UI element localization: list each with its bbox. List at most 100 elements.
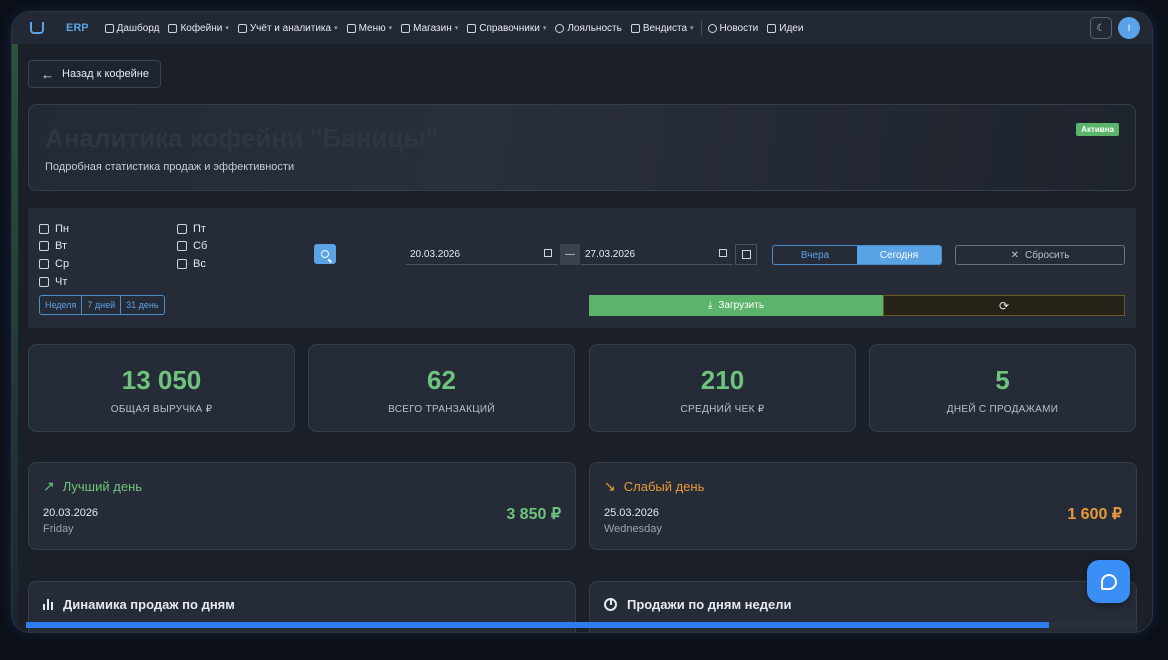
date-from-value: 20.03.2026 xyxy=(410,248,461,260)
chevron-down-icon: ▾ xyxy=(388,25,393,32)
avatar[interactable]: I xyxy=(1118,17,1140,39)
nav-icon xyxy=(237,23,247,33)
trending-down-icon: ↘ xyxy=(604,478,616,494)
logo[interactable]: ERP xyxy=(30,22,89,34)
moon-icon: ☾ xyxy=(1096,22,1106,34)
nav-item[interactable]: Магазин ▾ xyxy=(401,23,458,34)
checkbox[interactable] xyxy=(177,224,187,234)
pie-chart-icon xyxy=(604,598,617,611)
day-checkbox-sat[interactable]: Сб xyxy=(177,240,207,252)
weekday-checkboxes: Пн Вт Ср Чт Пт Сб Вс xyxy=(39,219,239,289)
load-button[interactable]: ⤓ Загрузить xyxy=(589,295,883,316)
period-31days-button[interactable]: 31 день xyxy=(121,296,163,314)
period-week-button[interactable]: Неделя xyxy=(40,296,83,314)
worst-day-weekday: Wednesday xyxy=(604,523,662,535)
refresh-button[interactable]: ⟳ xyxy=(883,295,1125,316)
day-checkbox-fri[interactable]: Пт xyxy=(177,223,206,235)
checkbox[interactable] xyxy=(39,241,49,251)
best-day-date: 20.03.2026 xyxy=(43,507,99,519)
nav-item-label: Лояльность xyxy=(567,22,622,34)
period-7days-button[interactable]: 7 дней xyxy=(82,296,122,314)
day-checkbox-thu[interactable]: Чт xyxy=(39,276,67,288)
date-from-input[interactable]: 20.03.2026 xyxy=(406,244,558,265)
worst-day-title: Слабый день xyxy=(623,479,705,494)
refresh-icon: ⟳ xyxy=(998,298,1010,313)
day-label: Сб xyxy=(193,240,208,252)
day-label: Вт xyxy=(55,240,68,252)
calendar-icon[interactable] xyxy=(719,249,727,257)
theme-toggle-button[interactable]: ☾ xyxy=(1090,17,1112,39)
best-day-card: ↗ Лучший день 20.03.2026 Friday 3 850 ₽ xyxy=(28,462,576,550)
nav-item[interactable]: Дашборд xyxy=(104,22,160,34)
nav-item[interactable]: Кофейни ▾ xyxy=(168,22,229,34)
checkbox[interactable] xyxy=(39,259,49,269)
chevron-down-icon: ▾ xyxy=(225,25,229,32)
nav-item-label: Магазин xyxy=(413,22,452,34)
nav-item-label: Идеи xyxy=(779,22,804,34)
period-buttons: Неделя 7 дней 31 день xyxy=(39,295,165,315)
stat-card-average-check: 210 СРЕДНИЙ ЧЕК ₽ xyxy=(589,344,856,432)
nav-icon xyxy=(767,23,777,33)
page-title: Аналитика кофейни "Баницы" xyxy=(45,123,438,153)
arrow-left-icon: ← xyxy=(41,66,54,82)
top-navbar: ERP Дашборд Кофейни ▾ Учёт и аналитика ▾ Меню… xyxy=(12,12,1152,44)
nav-item-label: Дашборд xyxy=(116,22,160,34)
nav-item[interactable]: Учёт и аналитика ▾ xyxy=(237,22,338,34)
nav-item[interactable]: Идеи xyxy=(767,23,803,34)
day-checkbox-tue[interactable]: Вт xyxy=(39,240,67,252)
reset-label: Сбросить xyxy=(1024,249,1070,261)
nav-separator xyxy=(700,21,702,35)
calendar-button[interactable] xyxy=(735,244,757,265)
day-checkbox-wed[interactable]: Ср xyxy=(39,258,69,270)
nav-icon xyxy=(346,23,356,33)
nav-item[interactable]: Меню ▾ xyxy=(346,23,393,34)
checkbox[interactable] xyxy=(177,241,187,251)
trending-up-icon: ↗ xyxy=(43,478,55,494)
worst-day-amount: 1 600 ₽ xyxy=(1067,506,1122,523)
hero-card: Аналитика кофейни "Баницы" Подробная ста… xyxy=(28,104,1136,191)
calendar-icon[interactable] xyxy=(544,249,552,257)
nav-item[interactable]: Справочники ▾ xyxy=(467,23,546,34)
nav-item-label: Вендиста xyxy=(642,22,688,34)
day-checkbox-mon[interactable]: Пн xyxy=(39,223,69,235)
stat-label: ДНЕЙ С ПРОДАЖАМИ xyxy=(946,404,1059,415)
back-to-coffee-shop-button[interactable]: ← Назад к кофейне xyxy=(28,60,161,88)
nav-icon xyxy=(104,23,114,33)
chevron-down-icon: ▾ xyxy=(334,25,338,32)
download-icon: ⤓ xyxy=(707,300,713,311)
stat-label: СРЕДНИЙ ЧЕК ₽ xyxy=(680,404,765,415)
stat-value: 210 xyxy=(700,365,745,395)
day-label: Вс xyxy=(193,258,206,270)
today-button[interactable]: Сегодня xyxy=(857,246,941,264)
close-icon: ✕ xyxy=(1010,249,1019,261)
nav-item-label: Новости xyxy=(719,22,759,34)
search-button[interactable] xyxy=(314,244,336,264)
nav-item[interactable]: Новости xyxy=(707,22,759,34)
yesterday-button[interactable]: Вчера xyxy=(773,246,857,264)
day-label: Пт xyxy=(193,223,206,235)
quick-day-toggle: Вчера Сегодня xyxy=(772,245,942,265)
nav-item[interactable]: Вендиста ▾ xyxy=(630,22,694,34)
nav-icon xyxy=(630,23,640,33)
nav-item-label: Учёт и аналитика xyxy=(249,22,332,34)
checkbox[interactable] xyxy=(177,259,187,269)
day-checkbox-sun[interactable]: Вс xyxy=(177,258,206,270)
worst-day-header: ↘ Слабый день xyxy=(604,478,704,495)
nav-item[interactable]: Лояльность xyxy=(555,22,622,34)
worst-day-date: 25.03.2026 xyxy=(604,507,660,519)
chat-button[interactable] xyxy=(1087,560,1130,603)
page-subtitle: Подробная статистика продаж и эффективно… xyxy=(45,161,295,173)
daily-sales-chart-title: Динамика продаж по дням xyxy=(63,597,235,612)
nav-icon xyxy=(168,23,178,33)
nav-item-label: Кофейни xyxy=(180,22,223,34)
checkbox[interactable] xyxy=(39,277,49,287)
back-button-label: Назад к кофейне xyxy=(62,68,150,80)
reset-button[interactable]: ✕ Сбросить xyxy=(955,245,1125,265)
search-icon xyxy=(321,250,329,258)
weekday-sales-chart-title: Продажи по дням недели xyxy=(627,597,792,612)
date-to-input[interactable]: 27.03.2026 xyxy=(581,244,733,265)
checkbox[interactable] xyxy=(39,224,49,234)
stat-value: 5 xyxy=(995,365,1010,395)
bar-chart-icon xyxy=(43,599,53,610)
date-to-value: 27.03.2026 xyxy=(585,248,636,260)
